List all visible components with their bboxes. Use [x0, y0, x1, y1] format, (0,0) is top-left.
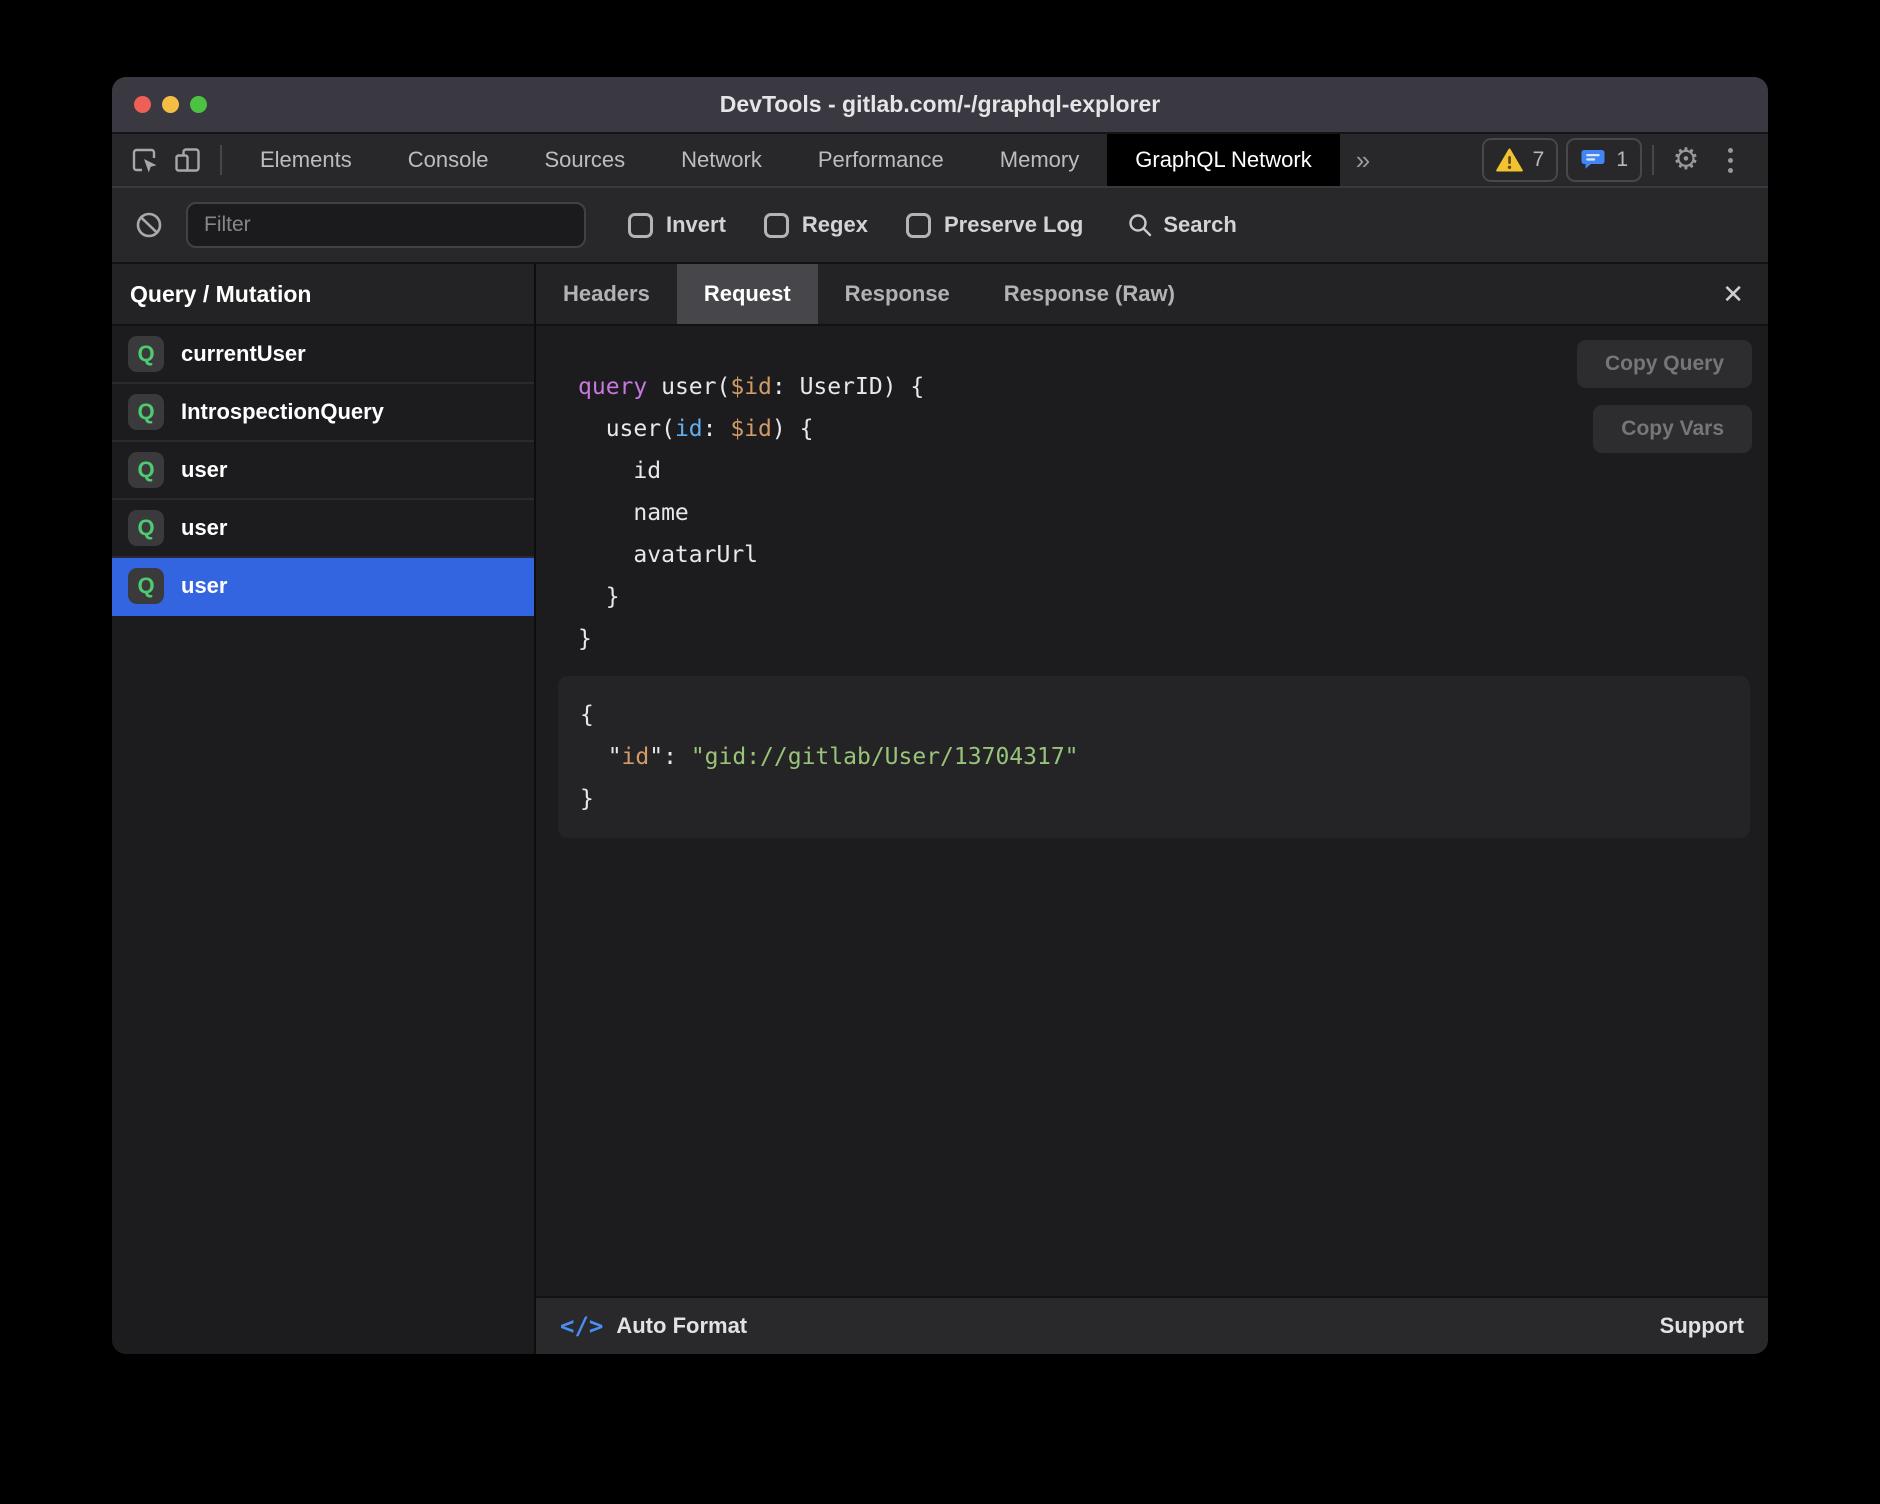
status-badges: 7 1	[1482, 138, 1642, 182]
inspect-element-button[interactable]	[122, 138, 166, 182]
request-body: Copy Query Copy Vars query user($id: Use…	[536, 326, 1768, 1296]
query-item-label: user	[181, 457, 227, 483]
close-panel-button[interactable]: ✕	[1722, 281, 1744, 307]
request-tab-response[interactable]: Response	[818, 264, 977, 324]
request-tab-response-raw[interactable]: Response (Raw)	[977, 264, 1202, 324]
copy-buttons: Copy Query Copy Vars	[1577, 340, 1752, 453]
checkbox-box[interactable]	[906, 213, 931, 238]
query-list-item-user[interactable]: Quser	[112, 442, 534, 500]
device-toolbar-button[interactable]	[166, 138, 210, 182]
checkbox-box[interactable]	[764, 213, 789, 238]
more-tabs-button[interactable]: »	[1340, 145, 1386, 176]
window-title: DevTools - gitlab.com/-/graphql-explorer	[112, 91, 1768, 118]
search-button[interactable]: Search	[1127, 212, 1236, 238]
auto-format-button[interactable]: </> Auto Format	[560, 1312, 747, 1340]
auto-format-label: Auto Format	[616, 1313, 747, 1339]
message-icon	[1580, 148, 1606, 173]
zoom-window-button[interactable]	[190, 96, 207, 113]
query-list-item-currentuser[interactable]: QcurrentUser	[112, 326, 534, 384]
copy-vars-button[interactable]: Copy Vars	[1593, 405, 1752, 453]
inspect-cursor-icon	[129, 145, 159, 175]
code-line: id	[578, 450, 1768, 492]
message-count: 1	[1616, 148, 1628, 172]
code-line: }	[580, 778, 1728, 820]
code-line: {	[580, 694, 1728, 736]
settings-button[interactable]: ⚙	[1664, 138, 1708, 182]
checkbox-label: Invert	[666, 212, 726, 238]
request-detail-panel: HeadersRequestResponseResponse (Raw) ✕ C…	[536, 264, 1768, 1354]
request-detail-tabs: HeadersRequestResponseResponse (Raw) ✕	[536, 264, 1768, 326]
devtools-tab-strip: ElementsConsoleSourcesNetworkPerformance…	[232, 134, 1340, 186]
query-list-item-user[interactable]: Quser	[112, 500, 534, 558]
request-tab-headers[interactable]: Headers	[536, 264, 677, 324]
devtools-tab-sources[interactable]: Sources	[516, 134, 653, 186]
query-item-label: currentUser	[181, 341, 306, 367]
query-sidebar: Query / Mutation QcurrentUserQIntrospect…	[112, 264, 536, 1354]
toolbar-divider	[220, 145, 222, 175]
checkbox-preserve-log[interactable]: Preserve Log	[906, 212, 1083, 238]
query-type-badge: Q	[128, 452, 164, 488]
checkbox-invert[interactable]: Invert	[628, 212, 726, 238]
warnings-button[interactable]: 7	[1482, 138, 1559, 182]
query-item-label: IntrospectionQuery	[181, 399, 384, 425]
devtools-tab-graphql-network[interactable]: GraphQL Network	[1107, 134, 1339, 186]
minimize-window-button[interactable]	[162, 96, 179, 113]
checkbox-label: Preserve Log	[944, 212, 1083, 238]
network-filter-bar: Invert Regex Preserve Log Search	[112, 188, 1768, 264]
query-item-label: user	[181, 515, 227, 541]
code-line: "id": "gid://gitlab/User/13704317"	[580, 736, 1728, 778]
close-window-button[interactable]	[134, 96, 151, 113]
devtools-tab-elements[interactable]: Elements	[232, 134, 380, 186]
traffic-lights	[134, 77, 207, 132]
query-type-badge: Q	[128, 568, 164, 604]
checkbox-regex[interactable]: Regex	[764, 212, 868, 238]
clear-requests-button[interactable]	[134, 210, 164, 240]
kebab-menu-icon	[1715, 148, 1745, 173]
toolbar-divider	[1652, 145, 1654, 175]
devtools-window: DevTools - gitlab.com/-/graphql-explorer…	[112, 77, 1768, 1354]
warning-icon	[1496, 148, 1523, 172]
graphql-variables-block: { "id": "gid://gitlab/User/13704317"}	[558, 676, 1750, 838]
query-list-item-user[interactable]: Quser	[112, 558, 534, 616]
devtools-tab-network[interactable]: Network	[653, 134, 790, 186]
devtools-toolbar: ElementsConsoleSourcesNetworkPerformance…	[112, 134, 1768, 188]
query-type-badge: Q	[128, 394, 164, 430]
panel-footer: </> Auto Format Support	[536, 1296, 1768, 1354]
checkbox-label: Regex	[802, 212, 868, 238]
support-link[interactable]: Support	[1660, 1313, 1744, 1339]
search-label: Search	[1163, 212, 1236, 238]
issues-button[interactable]: 1	[1566, 138, 1642, 182]
sidebar-header: Query / Mutation	[112, 264, 534, 326]
code-format-icon: </>	[560, 1312, 603, 1340]
query-list-item-introspectionquery[interactable]: Q IntrospectionQuery	[112, 384, 534, 442]
code-line: name	[578, 492, 1768, 534]
code-line: }	[578, 618, 1768, 660]
copy-query-button[interactable]: Copy Query	[1577, 340, 1752, 388]
filter-input[interactable]	[186, 202, 586, 248]
query-type-badge: Q	[128, 510, 164, 546]
code-line: }	[578, 576, 1768, 618]
code-line: avatarUrl	[578, 534, 1768, 576]
query-type-badge: Q	[128, 336, 164, 372]
search-icon	[1127, 212, 1153, 238]
devtools-tab-memory[interactable]: Memory	[972, 134, 1107, 186]
gear-icon: ⚙	[1673, 145, 1700, 175]
request-tab-strip: HeadersRequestResponseResponse (Raw)	[536, 264, 1202, 324]
warning-count: 7	[1533, 148, 1545, 172]
query-list: QcurrentUserQIntrospectionQueryQuserQuse…	[112, 326, 534, 1354]
device-toolbar-icon	[173, 145, 203, 175]
customize-menu-button[interactable]	[1708, 138, 1752, 182]
block-icon	[134, 210, 164, 240]
filter-options: Invert Regex Preserve Log	[628, 212, 1083, 238]
main-content: Query / Mutation QcurrentUserQIntrospect…	[112, 264, 1768, 1354]
title-bar: DevTools - gitlab.com/-/graphql-explorer	[112, 77, 1768, 134]
devtools-tab-performance[interactable]: Performance	[790, 134, 972, 186]
devtools-tab-console[interactable]: Console	[380, 134, 517, 186]
request-tab-request[interactable]: Request	[677, 264, 818, 324]
checkbox-box[interactable]	[628, 213, 653, 238]
query-item-label: user	[181, 573, 227, 599]
